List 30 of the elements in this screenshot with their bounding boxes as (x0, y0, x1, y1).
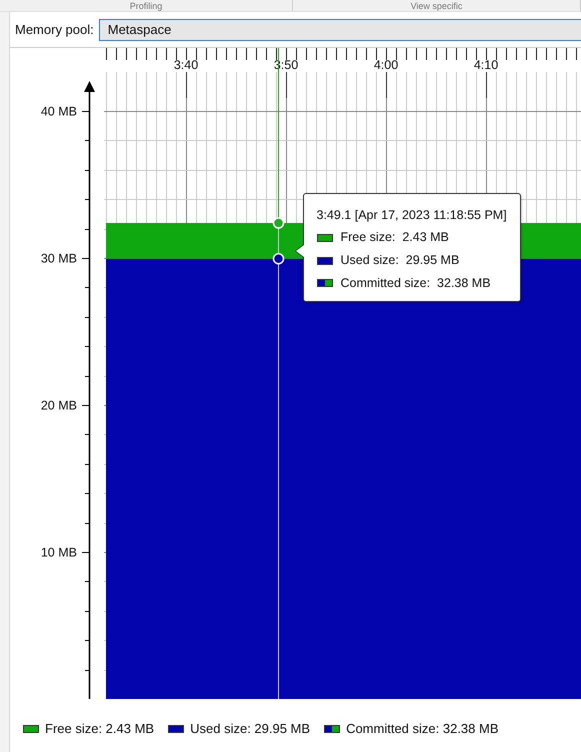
legend-label: Used size: 29.95 MB (190, 720, 310, 738)
section-header: Profiling (130, 1, 162, 11)
cursor-marker (272, 252, 284, 264)
y-axis-label: 30 MB (40, 252, 77, 266)
legend-swatch-icon (168, 725, 184, 733)
x-tick-mark (386, 72, 387, 98)
y-axis-label: 20 MB (40, 398, 77, 412)
section-header: View specific (410, 1, 462, 11)
x-axis-label: 4:00 (374, 58, 398, 72)
x-axis-label: 4:10 (474, 58, 498, 72)
tooltip-text: Committed size: 32.38 MB (340, 274, 491, 292)
x-axis-label: 3:40 (174, 58, 198, 72)
x-tick-mark (286, 72, 287, 98)
y-axis-label: 40 MB (40, 104, 77, 118)
cursor-marker (272, 217, 284, 229)
memory-pool-dropdown[interactable]: Metaspace (98, 18, 581, 40)
tooltip-text: Used size: 29.95 MB (340, 252, 460, 270)
tooltip-title: 3:49.1 [Apr 17, 2023 11:18:55 PM] (316, 206, 507, 224)
legend-swatch-icon (316, 279, 332, 288)
x-tick-mark (186, 72, 187, 98)
legend-swatch-icon (324, 725, 340, 733)
tooltip-text: Free size: 2.43 MB (340, 229, 449, 246)
x-tick-mark (486, 72, 487, 98)
legend-label: Free size: 2.43 MB (45, 720, 154, 738)
y-axis-label: 10 MB (40, 546, 77, 560)
legend-swatch-icon (316, 256, 332, 265)
legend-swatch-icon (23, 725, 39, 733)
memory-pool-label: Memory pool: (15, 20, 94, 39)
legend-label: Committed size: 32.38 MB (346, 720, 499, 738)
legend-swatch-icon (316, 234, 332, 242)
